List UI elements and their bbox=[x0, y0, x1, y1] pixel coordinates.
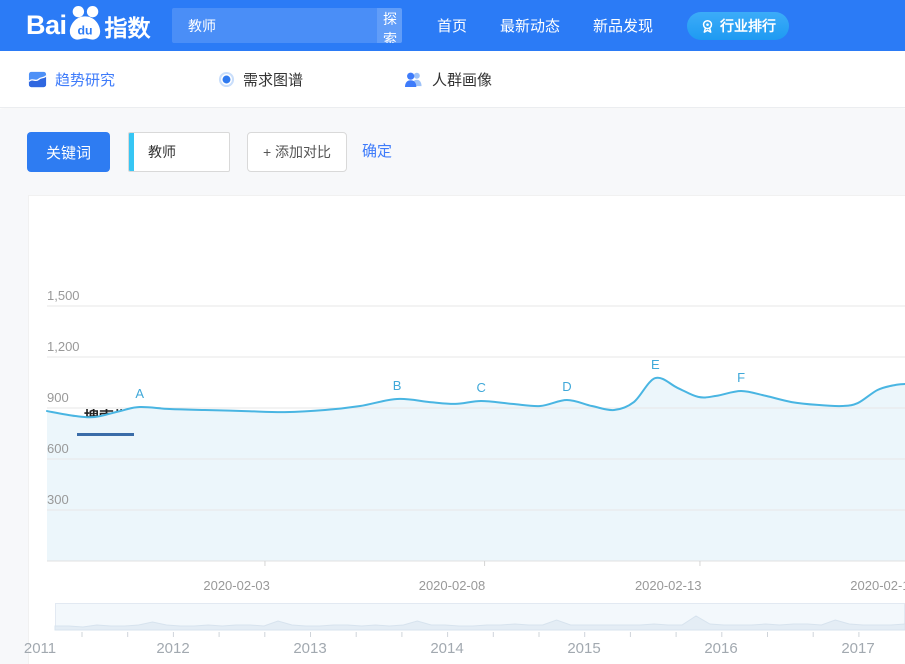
confirm-link[interactable]: 确定 bbox=[362, 132, 392, 172]
logo-text-suffix: 指数 bbox=[105, 9, 151, 43]
industry-ranking-button[interactable]: 行业排行 bbox=[687, 12, 789, 40]
people-icon bbox=[403, 71, 424, 88]
radar-icon bbox=[218, 71, 235, 88]
trend-chart-icon bbox=[28, 70, 47, 89]
subnav-item-demand-graph[interactable]: 需求图谱 bbox=[218, 51, 303, 108]
baidu-index-page: Bai du 指数 探索 首页 最新动态 新品发现 行 bbox=[0, 0, 905, 664]
secondary-nav: 趋势研究 需求图谱 人群画像 bbox=[0, 51, 905, 108]
legend-label: 教师 bbox=[105, 457, 131, 476]
ranking-medal-icon bbox=[700, 19, 715, 34]
subnav-item-trend-research[interactable]: 趋势研究 bbox=[28, 51, 115, 108]
legend-swatch bbox=[84, 460, 97, 473]
industry-ranking-label: 行业排行 bbox=[720, 16, 776, 36]
help-icon[interactable]: ? bbox=[151, 407, 166, 422]
subnav-item-crowd-portrait[interactable]: 人群画像 bbox=[403, 51, 492, 108]
explore-button[interactable]: 探索 bbox=[377, 8, 402, 43]
add-comparison-button[interactable]: + 添加对比 bbox=[247, 132, 347, 172]
keyword-input-box bbox=[128, 132, 230, 172]
nav-latest-news[interactable]: 最新动态 bbox=[500, 15, 560, 36]
tab-divider bbox=[77, 436, 905, 437]
legend-item[interactable]: 教师 bbox=[84, 457, 131, 476]
top-header: Bai du 指数 探索 首页 最新动态 新品发现 行 bbox=[0, 0, 905, 51]
logo-text-bai: Bai bbox=[26, 10, 67, 41]
nav-new-products[interactable]: 新品发现 bbox=[593, 15, 653, 36]
subnav-label: 人群画像 bbox=[432, 69, 492, 90]
search-index-panel: 搜索指数 ? 2020-01-29 ~ 教师 bbox=[28, 195, 905, 664]
keyword-input[interactable] bbox=[134, 133, 229, 171]
header-nav: 首页 最新动态 新品发现 bbox=[437, 0, 653, 51]
baidu-index-logo[interactable]: Bai du 指数 bbox=[26, 0, 151, 51]
tab-search-index[interactable]: 搜索指数 bbox=[84, 406, 144, 427]
date-range-picker[interactable]: 2020-01-29 ~ bbox=[826, 408, 904, 423]
timeline-slider[interactable] bbox=[56, 604, 905, 630]
subnav-label: 需求图谱 bbox=[243, 69, 303, 90]
keyword-category-button[interactable]: 关键词 bbox=[27, 132, 110, 172]
baidu-paw-icon: du bbox=[66, 5, 104, 41]
logo-text-du: du bbox=[77, 23, 92, 37]
active-tab-underline bbox=[77, 433, 134, 436]
search-input[interactable] bbox=[172, 8, 377, 43]
nav-home[interactable]: 首页 bbox=[437, 15, 467, 36]
subnav-label: 趋势研究 bbox=[55, 69, 115, 90]
search-box: 探索 bbox=[172, 8, 402, 43]
